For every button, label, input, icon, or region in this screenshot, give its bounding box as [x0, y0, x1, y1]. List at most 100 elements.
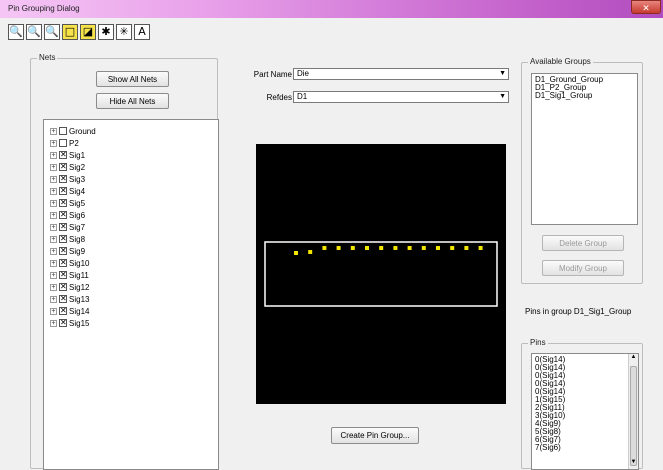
net-item-sig13[interactable]: + ✕ Sig13: [50, 294, 89, 304]
expand-icon[interactable]: +: [50, 271, 57, 279]
pin-marker[interactable]: [322, 246, 327, 250]
part-canvas[interactable]: [256, 144, 506, 404]
pin-marker[interactable]: [478, 246, 483, 250]
net-item-sig12[interactable]: + ✕ Sig12: [50, 282, 89, 292]
net-checkbox[interactable]: ✕: [59, 307, 67, 315]
net-checkbox[interactable]: ✕: [59, 271, 67, 279]
net-checkbox[interactable]: [59, 139, 67, 147]
net-label: Sig11: [69, 270, 89, 280]
pins-in-group-label: Pins in group D1_Sig1_Group: [525, 307, 632, 316]
pin-marker[interactable]: [379, 246, 384, 250]
net-checkbox[interactable]: ✕: [59, 175, 67, 183]
net-checkbox[interactable]: [59, 127, 67, 135]
net-item-sig5[interactable]: + ✕ Sig5: [50, 198, 85, 208]
pin-marker[interactable]: [294, 251, 298, 255]
net-label: Sig15: [69, 318, 90, 328]
group-item[interactable]: D1_Sig1_Group: [532, 92, 637, 100]
select-pins-icon[interactable]: ◪: [80, 24, 96, 40]
pin-marker[interactable]: [450, 246, 455, 250]
expand-icon[interactable]: +: [50, 307, 57, 315]
net-checkbox[interactable]: ✕: [59, 151, 67, 159]
pin-item[interactable]: 7(Sig6): [532, 444, 638, 452]
net-checkbox[interactable]: ✕: [59, 259, 67, 267]
net-checkbox[interactable]: ✕: [59, 319, 67, 327]
part-name-combo[interactable]: Die ▼: [293, 68, 509, 80]
net-item-sig6[interactable]: + ✕ Sig6: [50, 210, 85, 220]
scroll-up-icon[interactable]: ▲: [629, 354, 638, 364]
expand-icon[interactable]: +: [50, 223, 57, 231]
expand-icon[interactable]: +: [50, 151, 57, 159]
net-checkbox[interactable]: ✕: [59, 187, 67, 195]
expand-icon[interactable]: +: [50, 319, 57, 327]
zoom-in-icon[interactable]: 🔍: [8, 24, 24, 40]
expand-icon[interactable]: +: [50, 283, 57, 291]
expand-icon[interactable]: +: [50, 235, 57, 243]
expand-icon[interactable]: +: [50, 247, 57, 255]
net-checkbox[interactable]: ✕: [59, 247, 67, 255]
refdes-dropdown-icon[interactable]: ▼: [499, 92, 506, 102]
expand-icon[interactable]: +: [50, 163, 57, 171]
hide-all-nets-button[interactable]: Hide All Nets: [96, 93, 169, 109]
net-item-sig7[interactable]: + ✕ Sig7: [50, 222, 85, 232]
expand-icon[interactable]: +: [50, 139, 57, 147]
expand-icon[interactable]: +: [50, 259, 57, 267]
pin-marker[interactable]: [464, 246, 469, 250]
close-button[interactable]: ✕: [631, 0, 661, 14]
expand-icon[interactable]: +: [50, 175, 57, 183]
pins-list[interactable]: 0(Sig14) 0(Sig14) 0(Sig14) 0(Sig14) 0(Sig14)…: [531, 353, 639, 470]
refdes-combo[interactable]: D1 ▼: [293, 91, 509, 103]
scroll-thumb[interactable]: [630, 366, 637, 466]
net-item-p2[interactable]: + P2: [50, 138, 79, 148]
refdes-label: Refdes: [266, 93, 292, 102]
net-label: Sig13: [69, 294, 90, 304]
net-checkbox[interactable]: ✕: [59, 223, 67, 231]
net-label: Sig14: [69, 306, 90, 316]
expand-icon[interactable]: +: [50, 127, 57, 135]
net-item-sig3[interactable]: + ✕ Sig3: [50, 174, 85, 184]
text-icon[interactable]: A: [134, 24, 150, 40]
create-pin-group-button[interactable]: Create Pin Group...: [331, 427, 419, 444]
pin-marker[interactable]: [436, 246, 440, 250]
net-item-sig14[interactable]: + ✕ Sig14: [50, 306, 89, 316]
select-rect-icon[interactable]: □: [62, 24, 78, 40]
net-checkbox[interactable]: ✕: [59, 199, 67, 207]
net-item-sig15[interactable]: + ✕ Sig15: [50, 318, 89, 328]
part-drawing: [264, 241, 498, 307]
show-all-nets-button[interactable]: Show All Nets: [96, 71, 169, 87]
zoom-out-icon[interactable]: 🔍: [26, 24, 42, 40]
pin-marker[interactable]: [407, 246, 412, 250]
pin-marker[interactable]: [308, 250, 313, 254]
net-checkbox[interactable]: ✕: [59, 211, 67, 219]
net-item-ground[interactable]: + Ground: [50, 126, 96, 136]
scroll-down-icon[interactable]: ▼: [629, 459, 638, 469]
pin-marker[interactable]: [421, 246, 426, 250]
net-item-sig4[interactable]: + ✕ Sig4: [50, 186, 85, 196]
delete-group-button[interactable]: Delete Group: [542, 235, 624, 251]
pin-marker[interactable]: [350, 246, 355, 250]
asterisk-icon[interactable]: ✱: [98, 24, 114, 40]
net-item-sig11[interactable]: + ✕ Sig11: [50, 270, 89, 280]
net-checkbox[interactable]: ✕: [59, 295, 67, 303]
pin-marker[interactable]: [365, 246, 369, 250]
net-item-sig9[interactable]: + ✕ Sig9: [50, 246, 85, 256]
pin-marker[interactable]: [393, 246, 398, 250]
net-checkbox[interactable]: ✕: [59, 235, 67, 243]
net-item-sig8[interactable]: + ✕ Sig8: [50, 234, 85, 244]
net-checkbox[interactable]: ✕: [59, 283, 67, 291]
part-name-dropdown-icon[interactable]: ▼: [499, 69, 506, 79]
pins-scrollbar[interactable]: ▲ ▼: [628, 354, 638, 469]
pin-marker[interactable]: [336, 246, 341, 250]
net-item-sig10[interactable]: + ✕ Sig10: [50, 258, 89, 268]
zoom-fit-icon[interactable]: 🔍: [44, 24, 60, 40]
net-checkbox[interactable]: ✕: [59, 163, 67, 171]
nets-tree[interactable]: + Ground + P2 + ✕ Sig1 + ✕ Sig2 + ✕ Sig3 + ✕ Sig4 + ✕ Sig5…: [43, 119, 219, 470]
expand-icon[interactable]: +: [50, 295, 57, 303]
net-item-sig2[interactable]: + ✕ Sig2: [50, 162, 85, 172]
available-groups-list[interactable]: D1_Ground_Group D1_P2_Group D1_Sig1_Group: [531, 73, 638, 225]
asterisk-bold-icon[interactable]: ✳: [116, 24, 132, 40]
expand-icon[interactable]: +: [50, 211, 57, 219]
expand-icon[interactable]: +: [50, 187, 57, 195]
net-item-sig1[interactable]: + ✕ Sig1: [50, 150, 85, 160]
expand-icon[interactable]: +: [50, 199, 57, 207]
modify-group-button[interactable]: Modify Group: [542, 260, 624, 276]
